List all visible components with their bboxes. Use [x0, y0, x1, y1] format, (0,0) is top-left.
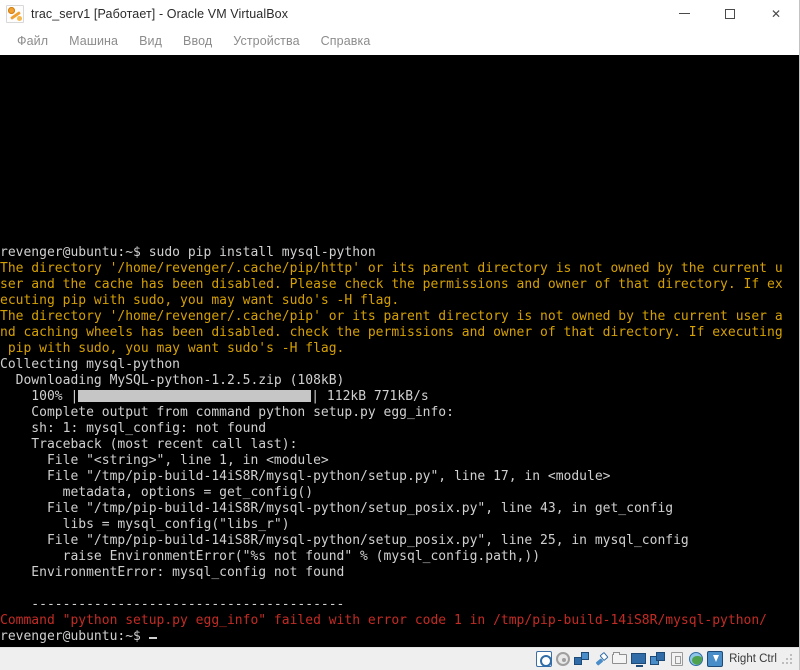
- maximize-icon: [725, 8, 735, 19]
- terminal-line: The directory '/home/revenger/.cache/pip…: [0, 309, 783, 324]
- terminal-line: File "/tmp/pip-build-14iS8R/mysql-python…: [0, 533, 689, 548]
- cpu-icon[interactable]: [669, 651, 685, 667]
- minimize-button[interactable]: [661, 0, 707, 27]
- terminal-line: Downloading MySQL-python-1.2.5.zip (108k…: [0, 373, 345, 388]
- close-icon: ✕: [770, 6, 782, 21]
- terminal-line: ecuting pip with sudo, you may want sudo…: [0, 293, 400, 308]
- terminal-line: libs = mysql_config("libs_r"): [0, 517, 290, 532]
- status-icons: [536, 651, 724, 667]
- window-title: trac_serv1 [Работает] - Oracle VM Virtua…: [31, 6, 289, 21]
- hard-disk-icon[interactable]: [536, 651, 553, 667]
- terminal-line: File "/tmp/pip-build-14iS8R/mysql-python…: [0, 469, 611, 484]
- terminal-line: EnvironmentError: mysql_config not found: [0, 565, 345, 580]
- terminal-line: Traceback (most recent call last):: [0, 437, 298, 452]
- terminal-line: revenger@ubuntu:~$ sudo pip install mysq…: [0, 245, 376, 260]
- usb-icon[interactable]: [593, 651, 609, 667]
- download-progress-bar: [78, 390, 312, 402]
- terminal-line: Collecting mysql-python: [0, 357, 181, 372]
- host-key-label: Right Ctrl: [729, 653, 777, 665]
- terminal-line: nd caching wheels has been disabled. che…: [0, 325, 783, 340]
- terminal-line: 100% | | 112kB 771kB/s: [0, 389, 429, 404]
- virtualbox-window: trac_serv1 [Работает] - Oracle VM Virtua…: [0, 0, 800, 670]
- virtualbox-icon: [6, 4, 24, 23]
- terminal-line: The directory '/home/revenger/.cache/pip…: [0, 261, 783, 276]
- terminal-line: ser and the cache has been disabled. Ple…: [0, 277, 783, 292]
- minimize-icon: [678, 13, 690, 14]
- terminal-line: File "/tmp/pip-build-14iS8R/mysql-python…: [0, 501, 674, 516]
- globe-icon[interactable]: [688, 651, 704, 667]
- optical-disk-icon[interactable]: [555, 651, 571, 667]
- maximize-button[interactable]: [707, 0, 753, 27]
- menu-bar: Файл Машина Вид Ввод Устройства Справка: [0, 27, 799, 55]
- status-bar: Right Ctrl: [0, 647, 799, 670]
- menu-item-view[interactable]: Вид: [129, 32, 173, 50]
- terminal-line: ----------------------------------------: [0, 597, 345, 612]
- close-button[interactable]: ✕: [753, 0, 799, 27]
- window-controls: ✕: [661, 0, 799, 27]
- terminal-line: pip with sudo, you may want sudo's -H fl…: [0, 341, 345, 356]
- host-key-capture-icon[interactable]: [707, 651, 724, 667]
- menu-item-help[interactable]: Справка: [311, 32, 382, 50]
- shared-folders-icon[interactable]: [612, 651, 628, 667]
- terminal-output: revenger@ubuntu:~$ sudo pip install mysq…: [0, 245, 799, 647]
- menu-item-file[interactable]: Файл: [7, 32, 59, 50]
- display-icon[interactable]: [631, 651, 647, 667]
- terminal-line: revenger@ubuntu:~$: [0, 629, 799, 645]
- terminal-line: Command "python setup.py egg_info" faile…: [0, 613, 768, 628]
- menu-item-input[interactable]: Ввод: [173, 32, 223, 50]
- terminal-line: metadata, options = get_config(): [0, 485, 314, 500]
- resize-grip[interactable]: [782, 653, 793, 665]
- menu-item-machine[interactable]: Машина: [59, 32, 129, 50]
- title-bar: trac_serv1 [Работает] - Oracle VM Virtua…: [0, 0, 799, 27]
- remote-display-icon[interactable]: [650, 651, 666, 667]
- terminal-line: sh: 1: mysql_config: not found: [0, 421, 267, 436]
- terminal-line: File "<string>", line 1, in <module>: [0, 453, 329, 468]
- menu-item-devices[interactable]: Устройства: [223, 32, 310, 50]
- terminal-line: Complete output from command python setu…: [0, 405, 454, 420]
- terminal-line: raise EnvironmentError("%s not found" % …: [0, 549, 541, 564]
- guest-screen[interactable]: revenger@ubuntu:~$ sudo pip install mysq…: [0, 55, 799, 647]
- network-icon[interactable]: [574, 651, 590, 667]
- terminal-cursor: [148, 637, 157, 639]
